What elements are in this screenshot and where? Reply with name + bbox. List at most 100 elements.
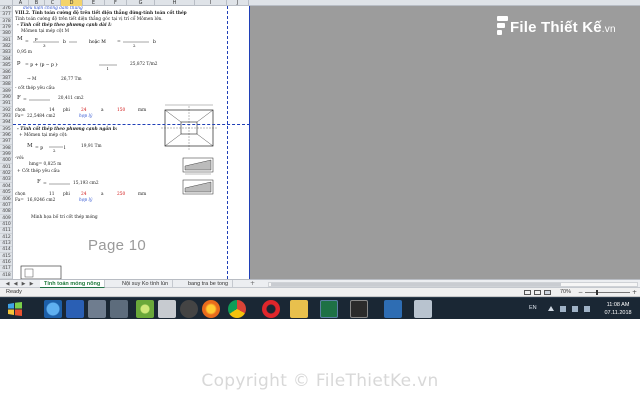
row-number[interactable]: 406 [0, 197, 12, 203]
zoom-level[interactable]: 70% [560, 288, 571, 297]
windows-start-icon[interactable] [6, 300, 24, 318]
row-number[interactable]: 391 [0, 101, 12, 108]
row-number[interactable]: 398 [0, 146, 12, 152]
tab-bang-tra-be-tong[interactable]: bang tra be tong [184, 280, 234, 288]
doc-line: - cốt thép yêu cầu: [15, 86, 56, 91]
row-number[interactable]: 388 [0, 82, 12, 89]
row-number[interactable]: 392 [0, 108, 12, 114]
row-number[interactable]: 400 [0, 158, 12, 165]
doc-line: Minh họa bố trí cốt thép móng [31, 215, 98, 220]
doc-value: 20,411 cm2 [58, 96, 84, 101]
row-number[interactable]: 417 [0, 266, 12, 273]
svg-text:l: l [107, 66, 109, 70]
prev-sheet-arrow-icon[interactable]: ◀ [12, 281, 19, 288]
page-layout-icon[interactable] [534, 290, 541, 295]
row-number[interactable]: 410 [0, 222, 12, 228]
next-sheet-arrow-icon[interactable]: ▶ [20, 281, 27, 288]
row-number[interactable]: 404 [0, 184, 12, 190]
copyright-watermark: Copyright © FileThietKe.vn [201, 371, 439, 391]
row-number[interactable]: 405 [0, 190, 12, 197]
firefox-icon[interactable] [202, 300, 220, 318]
utility-app-icon[interactable] [136, 300, 154, 318]
language-indicator[interactable]: EN [529, 305, 537, 311]
formula-moment-b: M [27, 143, 33, 149]
row-number[interactable]: 409 [0, 216, 12, 222]
formula-steel-expression: = [23, 98, 50, 103]
row-number[interactable]: 390 [0, 95, 12, 101]
row-number[interactable]: 385 [0, 63, 12, 70]
svg-text:b: b [153, 39, 156, 45]
horizontal-scrollbar[interactable] [268, 282, 638, 287]
normal-view-icon[interactable] [524, 290, 531, 295]
zoom-in-icon[interactable]: + [632, 288, 637, 297]
row-number[interactable]: 384 [0, 57, 12, 63]
first-sheet-arrow-icon[interactable]: ◀ [4, 281, 11, 288]
row-number[interactable]: 381 [0, 38, 12, 44]
row-number[interactable]: 408 [0, 209, 12, 216]
subsection-heading: - Tính cốt thép theo phương cạnh dài I: [17, 23, 112, 28]
media-app-icon[interactable] [66, 300, 84, 318]
tab-noi-suy-ko[interactable]: Nội suy Ko tính lún [118, 280, 174, 288]
row-number[interactable]: 387 [0, 76, 12, 82]
app-icon[interactable] [414, 300, 432, 318]
row-number[interactable]: 414 [0, 247, 12, 254]
volume-icon[interactable] [572, 306, 578, 312]
internet-explorer-icon[interactable] [44, 300, 62, 318]
svg-text:= p + (p − p )·: = p + (p − p )· [25, 61, 58, 68]
row-number[interactable]: 397 [0, 139, 12, 146]
row-number[interactable]: 407 [0, 203, 12, 209]
row-number[interactable]: 401 [0, 165, 12, 171]
svg-text:3: 3 [43, 43, 46, 48]
row-number[interactable]: 377 [0, 12, 12, 19]
row-number[interactable]: 411 [0, 228, 12, 235]
excel-icon[interactable] [320, 300, 338, 318]
add-sheet-icon[interactable]: + [248, 280, 257, 288]
scrollbar-thumb[interactable] [271, 283, 561, 286]
page-break-vertical-dashed [227, 6, 228, 279]
row-number[interactable]: 378 [0, 19, 12, 25]
app-icon[interactable] [350, 300, 368, 318]
tab-tinh-toan-mong-nong[interactable]: Tính toán móng nông [40, 280, 106, 288]
page-break-preview-icon[interactable] [544, 290, 551, 295]
row-number[interactable]: 394 [0, 120, 12, 127]
folder-icon[interactable] [290, 300, 308, 318]
opera-icon[interactable] [262, 300, 280, 318]
formula-pressure-expression: = p + (p − p )· l [25, 61, 117, 70]
media-player-icon[interactable] [180, 300, 198, 318]
page-number-label: Page 10 [88, 237, 146, 254]
row-number[interactable]: 403 [0, 177, 12, 184]
doc-cell: chọn [15, 192, 26, 197]
doc-line: Mômen tại mép cột M [21, 29, 69, 34]
autocad-app-icon[interactable] [384, 300, 402, 318]
row-number[interactable]: 412 [0, 235, 12, 241]
svg-text:=: = [25, 40, 29, 45]
row-number[interactable]: 415 [0, 254, 12, 260]
zoom-slider-handle[interactable] [596, 290, 598, 295]
show-hidden-icons-icon[interactable] [548, 306, 554, 311]
unikey-icon[interactable] [88, 300, 106, 318]
last-sheet-arrow-icon[interactable]: ▶ [28, 281, 35, 288]
row-number[interactable]: 418 [0, 273, 12, 279]
svg-text:2: 2 [133, 43, 136, 48]
formula-moment-expression: = p 3 b hoặc M = 2 b [25, 36, 156, 48]
svg-text:=: = [43, 182, 47, 187]
row-number[interactable]: 383 [0, 50, 12, 57]
row-number[interactable]: 389 [0, 89, 12, 95]
vietkey-icon[interactable] [110, 300, 128, 318]
doc-cell: 22,5484 cm2 [27, 114, 56, 119]
zoom-slider[interactable] [585, 292, 630, 293]
doc-value: hmg= 0,825 m [29, 162, 62, 167]
row-number[interactable]: 380 [0, 31, 12, 38]
doc-cell-highlight: 24 [81, 192, 87, 197]
row-number[interactable]: 386 [0, 70, 12, 76]
logo-main: File [510, 18, 537, 36]
taskbar-clock[interactable]: 11:08 AM 07.11.2018 [600, 301, 636, 317]
watermark-logo: File Thiết Kế.vn [497, 16, 616, 38]
spreadsheet-grid[interactable]: A B C D E F G H I J 376 377 378 379 380 381 38… [0, 0, 640, 279]
file-explorer-icon[interactable] [158, 300, 176, 318]
row-number[interactable]: 395 [0, 127, 12, 133]
notification-icon[interactable] [584, 306, 590, 312]
network-icon[interactable] [560, 306, 566, 312]
zoom-out-icon[interactable]: − [578, 288, 583, 297]
chrome-icon[interactable] [228, 300, 246, 318]
